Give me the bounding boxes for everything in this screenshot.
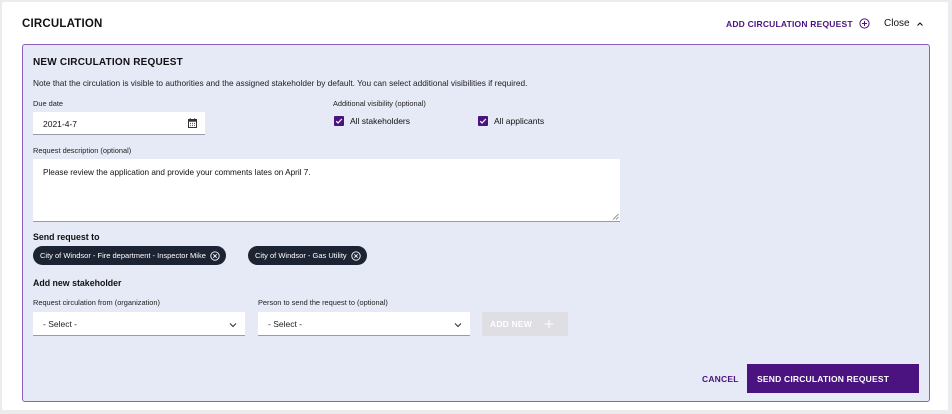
stakeholder-chip: City of Windsor - Gas Utility [248, 246, 367, 265]
send-request-to-label: Send request to [33, 232, 100, 242]
checkbox-checked-icon [478, 116, 488, 126]
stakeholder-chip-label: City of Windsor - Fire department - Insp… [40, 251, 206, 260]
person-select-value: - Select - [268, 319, 303, 329]
person-select[interactable]: - Select - [258, 312, 470, 336]
visibility-note: Note that the circulation is visible to … [33, 78, 528, 88]
chevron-down-icon [229, 320, 237, 328]
all-applicants-checkbox[interactable]: All applicants [478, 116, 544, 126]
add-circulation-request-button[interactable]: ADD CIRCULATION REQUEST [726, 18, 870, 29]
all-stakeholders-label: All stakeholders [350, 116, 411, 126]
description-value: Please review the application and provid… [43, 168, 311, 177]
cancel-button[interactable]: CANCEL [702, 374, 739, 384]
add-circulation-request-label: ADD CIRCULATION REQUEST [726, 18, 853, 29]
description-textarea[interactable]: Please review the application and provid… [33, 159, 620, 222]
all-applicants-label: All applicants [494, 116, 545, 126]
send-circulation-request-button[interactable]: SEND CIRCULATION REQUEST [747, 364, 919, 393]
add-new-stakeholder-button[interactable]: ADD NEW [482, 312, 568, 336]
chevron-up-icon [916, 20, 924, 28]
plus-icon [544, 319, 554, 329]
organization-select[interactable]: - Select - [33, 312, 245, 336]
visibility-label: Additional visibility (optional) [333, 99, 426, 108]
due-date-input[interactable]: 2021-4-7 [33, 112, 205, 135]
form-title: NEW CIRCULATION REQUEST [33, 57, 183, 68]
add-new-label: ADD NEW [490, 319, 533, 329]
due-date-value: 2021-4-7 [43, 119, 78, 129]
checkbox-checked-icon [334, 116, 344, 126]
calendar-icon[interactable] [188, 118, 197, 128]
organization-select-value: - Select - [43, 319, 78, 329]
add-new-stakeholder-label: Add new stakeholder [33, 278, 122, 288]
stakeholder-chip-label: City of Windsor - Gas Utility [255, 251, 347, 260]
due-date-label: Due date [33, 99, 63, 108]
all-stakeholders-checkbox[interactable]: All stakeholders [334, 116, 410, 126]
remove-chip-icon[interactable] [351, 250, 361, 261]
remove-chip-icon[interactable] [210, 250, 220, 261]
stakeholder-chip: City of Windsor - Fire department - Insp… [33, 246, 226, 265]
new-circulation-request-form: NEW CIRCULATION REQUEST Note that the ci… [22, 44, 930, 402]
organization-label: Request circulation from (organization) [33, 298, 160, 307]
close-label: Close [884, 18, 910, 29]
resize-handle-icon[interactable] [612, 213, 619, 220]
description-label: Request description (optional) [33, 146, 132, 155]
circulation-panel: CIRCULATION ADD CIRCULATION REQUEST Clos… [2, 2, 948, 410]
page-title: CIRCULATION [22, 18, 103, 30]
person-label: Person to send the request to (optional) [258, 298, 388, 307]
chevron-down-icon [454, 320, 462, 328]
close-button[interactable]: Close [884, 18, 924, 29]
add-circle-icon [859, 18, 870, 29]
